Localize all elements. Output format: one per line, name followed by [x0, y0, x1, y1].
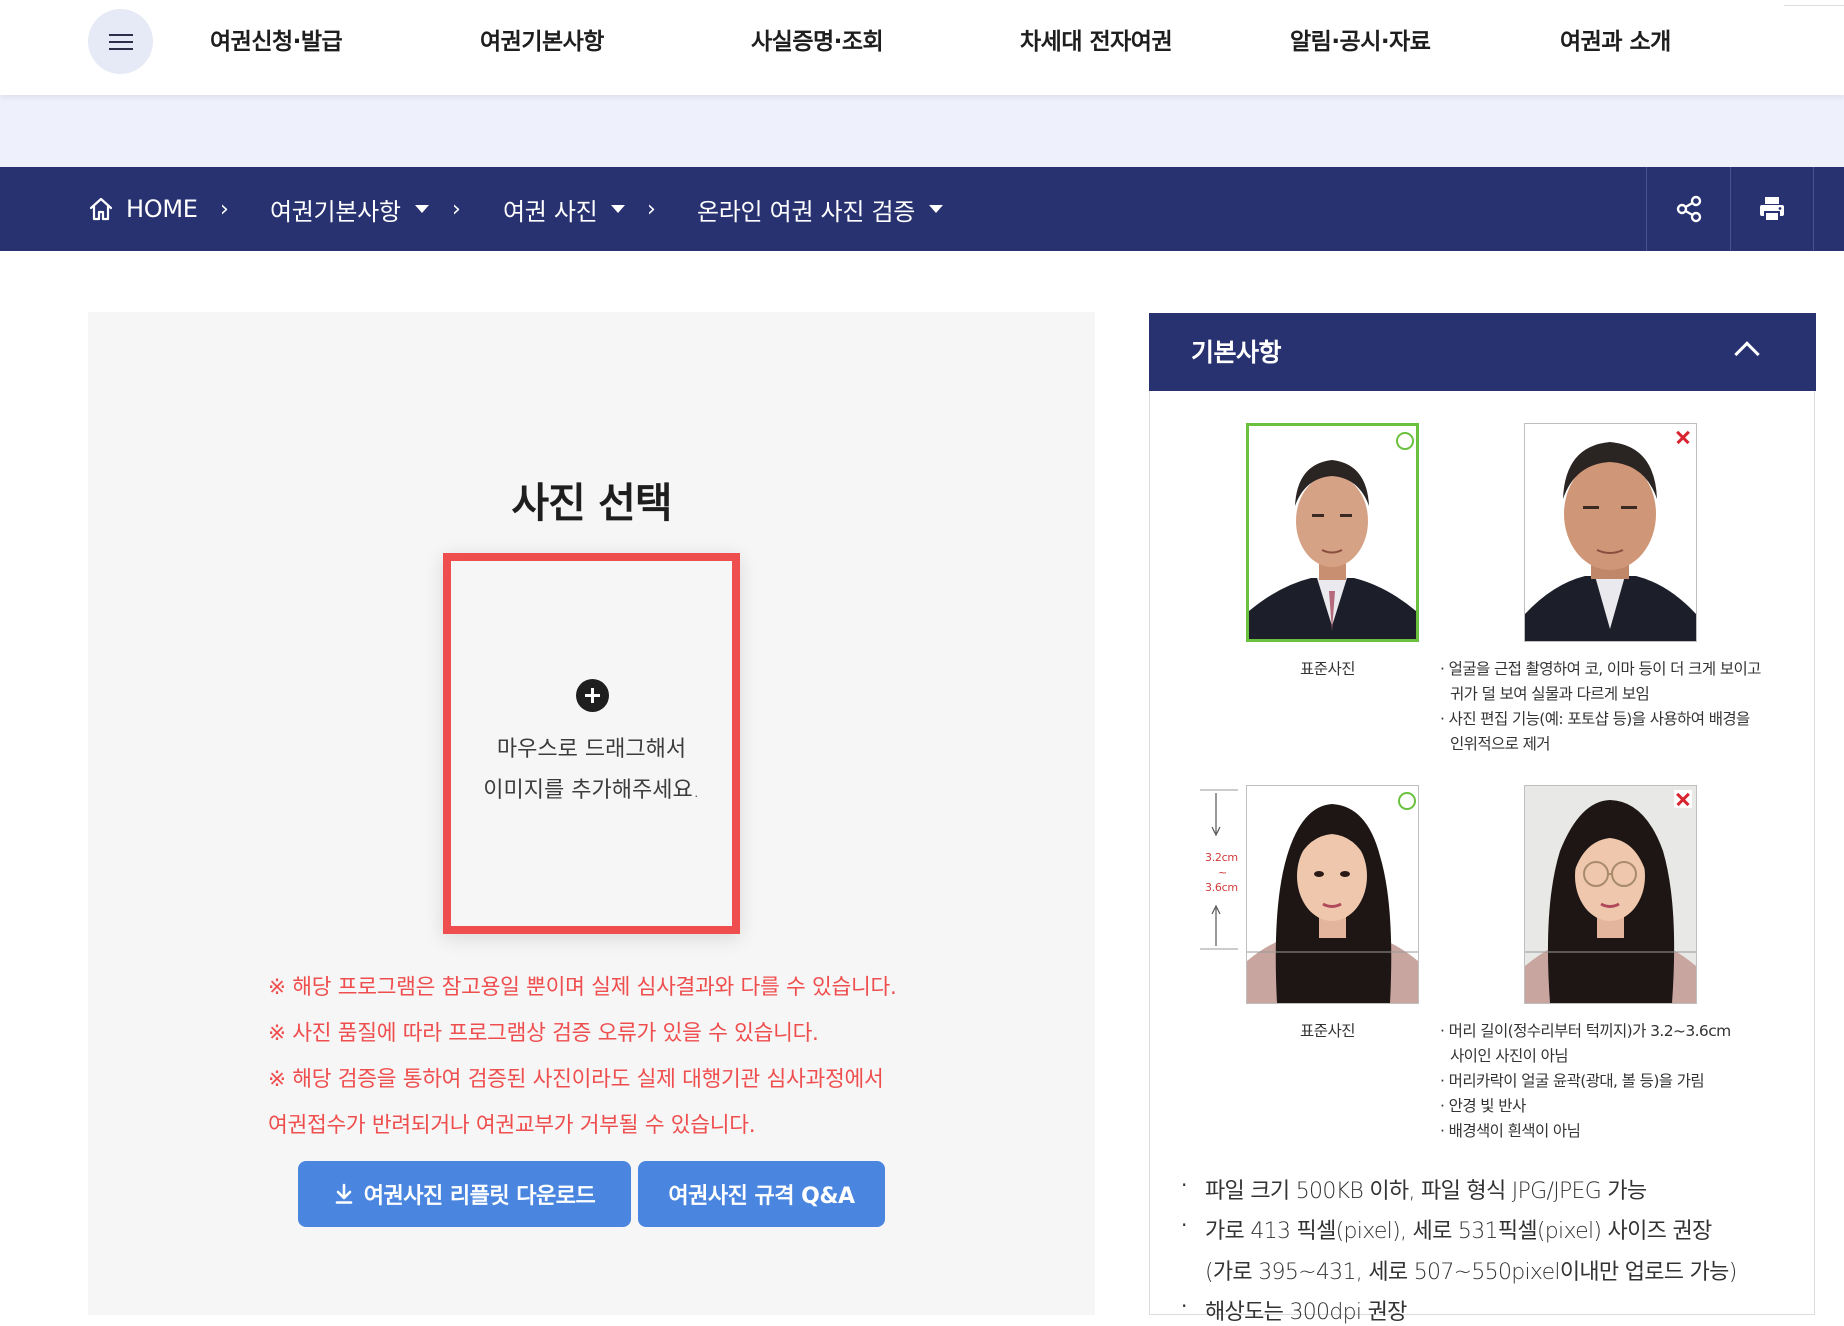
breadcrumb-home-label: HOME	[126, 195, 198, 223]
breadcrumb-home[interactable]: HOME	[88, 167, 198, 251]
bullet-icon: ·	[1181, 1294, 1188, 1318]
caret-down-icon	[611, 205, 626, 213]
plus-circle-icon	[576, 679, 609, 712]
file-rule: 해상도는 300dpi 권장	[1205, 1300, 1407, 1325]
dropzone-text: 이미지를 추가해주세요.	[483, 778, 700, 803]
photo-dropzone[interactable]: 마우스로 드래그해서 이미지를 추가해주세요.	[443, 553, 740, 934]
breadcrumb-item-label: 온라인 여권 사진 검증	[697, 197, 916, 226]
nav-item-certificate[interactable]: 사실증명·조회	[751, 22, 884, 56]
warning-notice: 여권접수가 반려되거나 여권교부가 거부될 수 있습니다.	[268, 1113, 756, 1138]
rejection-note: · 배경색이 흰색이 아님	[1440, 1122, 1581, 1140]
nav-item-about[interactable]: 여권과 소개	[1560, 22, 1671, 56]
standard-photo-female	[1246, 785, 1419, 1004]
nav-corner-divider	[1784, 0, 1844, 6]
warning-notice: ※ 해당 검증을 통하여 검증된 사진이라도 실제 대행기관 심사과정에서	[268, 1067, 884, 1092]
share-icon	[1676, 195, 1701, 223]
head-length-indicator	[1200, 789, 1238, 950]
breadcrumb-item-label: 여권 사진	[503, 197, 598, 226]
breadcrumb: HOME › 여권기본사항 › 여권 사진 › 온라인 여권 사진 검증	[0, 167, 1844, 251]
caret-down-icon	[929, 205, 944, 213]
caret-down-icon	[414, 205, 429, 213]
share-button[interactable]	[1646, 167, 1730, 251]
reject-mark-icon	[1674, 428, 1692, 446]
rejection-note: · 머리카락이 얼굴 윤곽(광대, 볼 등)을 가림	[1440, 1072, 1705, 1090]
ok-mark-icon	[1394, 430, 1414, 450]
photo-caption: 표준사진	[1300, 660, 1356, 678]
breadcrumb-item-passport-basics[interactable]: 여권기본사항	[270, 167, 429, 251]
printer-icon	[1760, 197, 1784, 222]
rejected-photo-male	[1524, 423, 1697, 642]
top-navigation: 여권신청·발급 여권기본사항 사실증명·조회 차세대 전자여권 알림·공시·자료…	[0, 0, 1844, 95]
standard-photo-male	[1246, 423, 1419, 642]
leaflet-download-button[interactable]: 여권사진 리플릿 다운로드	[298, 1161, 631, 1227]
chevron-right-icon: ›	[452, 196, 461, 222]
reject-mark-icon	[1674, 790, 1692, 808]
header-band	[0, 95, 1844, 167]
nav-item-e-passport[interactable]: 차세대 전자여권	[1020, 22, 1173, 56]
rejection-note: · 사진 편집 기능(예: 포토샵 등)을 사용하여 배경을	[1440, 710, 1750, 728]
nav-item-passport-apply[interactable]: 여권신청·발급	[210, 22, 343, 56]
file-rule: (가로 395~431, 세로 507~550pixel이내만 업로드 가능)	[1205, 1260, 1737, 1285]
breadcrumb-item-online-verify[interactable]: 온라인 여권 사진 검증	[697, 167, 944, 251]
rejection-note: 인위적으로 제거	[1450, 735, 1551, 753]
bullet-icon: ·	[1181, 1213, 1188, 1237]
nav-item-passport-basics[interactable]: 여권기본사항	[480, 22, 604, 56]
chevron-right-icon: ›	[647, 196, 656, 222]
upload-title: 사진 선택	[511, 479, 672, 527]
nav-item-notices[interactable]: 알림·공시·자료	[1290, 22, 1431, 56]
file-rule: 가로 413 픽셀(pixel), 세로 531픽셀(pixel) 사이즈 권장	[1205, 1219, 1712, 1244]
breadcrumb-item-passport-photo[interactable]: 여권 사진	[503, 167, 626, 251]
basics-panel: 기본사항 표준사진 · 얼굴을 근접 촬영하여 코, 이마 등이 더 크게 보이…	[1149, 313, 1816, 1325]
warning-notice: ※ 사진 품질에 따라 프로그램상 검증 오류가 있을 수 있습니다.	[268, 1021, 819, 1046]
chevron-up-icon	[1734, 341, 1760, 367]
warning-notice: ※ 해당 프로그램은 참고용일 뿐이며 실제 심사결과와 다를 수 있습니다.	[268, 975, 897, 1000]
ok-mark-icon	[1396, 790, 1416, 810]
rejection-note: 귀가 덜 보여 실물과 다르게 보임	[1450, 685, 1650, 703]
home-icon	[89, 197, 113, 221]
basics-title: 기본사항	[1191, 338, 1282, 367]
photo-spec-qa-button[interactable]: 여권사진 규격 Q&A	[638, 1161, 885, 1227]
rejection-note: · 머리 길이(정수리부터 턱끼지)가 3.2~3.6cm	[1440, 1022, 1731, 1040]
download-icon	[335, 1183, 353, 1204]
hamburger-icon	[108, 33, 133, 51]
breadcrumb-item-label: 여권기본사항	[270, 197, 401, 226]
photo-caption: 표준사진	[1300, 1022, 1356, 1040]
basics-accordion-header[interactable]: 기본사항	[1149, 313, 1816, 391]
bullet-icon: ·	[1181, 1173, 1188, 1197]
photo-upload-panel: 사진 선택 마우스로 드래그해서 이미지를 추가해주세요. ※ 해당 프로그램은…	[88, 312, 1095, 1315]
menu-button[interactable]	[88, 9, 153, 74]
rejection-note: · 얼굴을 근접 촬영하여 코, 이마 등이 더 크게 보이고	[1440, 660, 1761, 678]
print-button[interactable]	[1730, 167, 1814, 251]
rejected-photo-female	[1524, 785, 1697, 1004]
chevron-right-icon: ›	[220, 196, 229, 222]
file-rule: 파일 크기 500KB 이하, 파일 형식 JPG/JPEG 가능	[1205, 1179, 1647, 1204]
rejection-note: 사이인 사진이 아님	[1450, 1047, 1569, 1065]
leaflet-download-label: 여권사진 리플릿 다운로드	[363, 1184, 596, 1209]
dropzone-text: 마우스로 드래그해서	[496, 737, 687, 762]
rejection-note: · 안경 빛 반사	[1440, 1097, 1526, 1115]
